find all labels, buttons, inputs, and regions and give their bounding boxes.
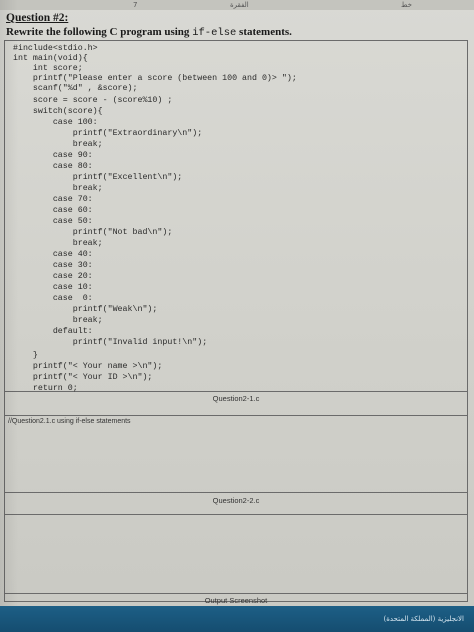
code-line: printf("< Your ID >\n");: [13, 373, 153, 382]
code-line: switch(score){: [13, 107, 103, 116]
code-line: printf("Extraordinary\n");: [13, 129, 203, 138]
code-line: break;: [13, 184, 103, 193]
code-line: int score;: [13, 64, 83, 73]
instruction-suffix: statements.: [236, 26, 292, 38]
answer-comment: //Question2.1.c using if-else statements: [8, 418, 131, 425]
code-line: case 60:: [13, 206, 93, 215]
answer-box-output: [5, 514, 467, 594]
code-line: #include<stdio.h>: [13, 44, 98, 53]
code-line: case 90:: [13, 151, 93, 160]
code-listing: #include<stdio.h> int main(void){ int sc…: [5, 41, 467, 393]
code-line: default:: [13, 327, 93, 336]
page-shadow: [0, 0, 18, 632]
code-line: printf("< Your name >\n");: [13, 362, 163, 371]
code-line: case 50:: [13, 217, 93, 226]
code-line: break;: [13, 316, 103, 325]
question-instruction: Rewrite the following C program using if…: [6, 26, 292, 39]
code-line: case 20:: [13, 272, 93, 281]
code-line: printf("Not bad\n");: [13, 228, 173, 237]
code-line: case 0:: [13, 294, 93, 303]
code-line: printf("Invalid input!\n");: [13, 338, 208, 347]
top-mark-left: 7: [133, 1, 138, 9]
code-line: return 0;: [13, 384, 78, 393]
code-line: case 80:: [13, 162, 93, 171]
code-line: case 10:: [13, 283, 93, 292]
code-line: printf("Excellent\n");: [13, 173, 183, 182]
code-line: printf("Please enter a score (between 10…: [13, 74, 297, 83]
code-line: case 40:: [13, 250, 93, 259]
caption-output-screenshot: Output Screenshot: [204, 596, 268, 605]
code-line: scanf("%d" , &score);: [13, 84, 138, 93]
code-line: score = score - (score%10) ;: [13, 96, 173, 105]
code-line: case 100:: [13, 118, 98, 127]
taskbar: الانجليزية (المملكة المتحدة): [0, 606, 474, 632]
caption-question2-2: Question2-2.c: [212, 496, 260, 505]
top-strip: 7 الفقرة خط: [0, 0, 474, 10]
code-line: printf("Weak\n");: [13, 305, 158, 314]
code-line: case 70:: [13, 195, 93, 204]
code-line: case 30:: [13, 261, 93, 270]
top-mark-center: الفقرة: [230, 1, 249, 9]
answer-box-question2-1: //Question2.1.c using if-else statements: [5, 415, 467, 493]
code-line: int main(void){: [13, 54, 88, 63]
caption-question2-1: Question2-1.c: [212, 394, 260, 403]
document-page: 7 الفقرة خط Question #2: Rewrite the fol…: [0, 0, 474, 632]
code-line: break;: [13, 140, 103, 149]
language-indicator[interactable]: الانجليزية (المملكة المتحدة): [383, 615, 464, 623]
instruction-code: if-else: [192, 27, 237, 39]
code-line: break;: [13, 239, 103, 248]
instruction-prefix: Rewrite the following C program using: [6, 26, 193, 38]
top-mark-right: خط: [401, 1, 412, 9]
